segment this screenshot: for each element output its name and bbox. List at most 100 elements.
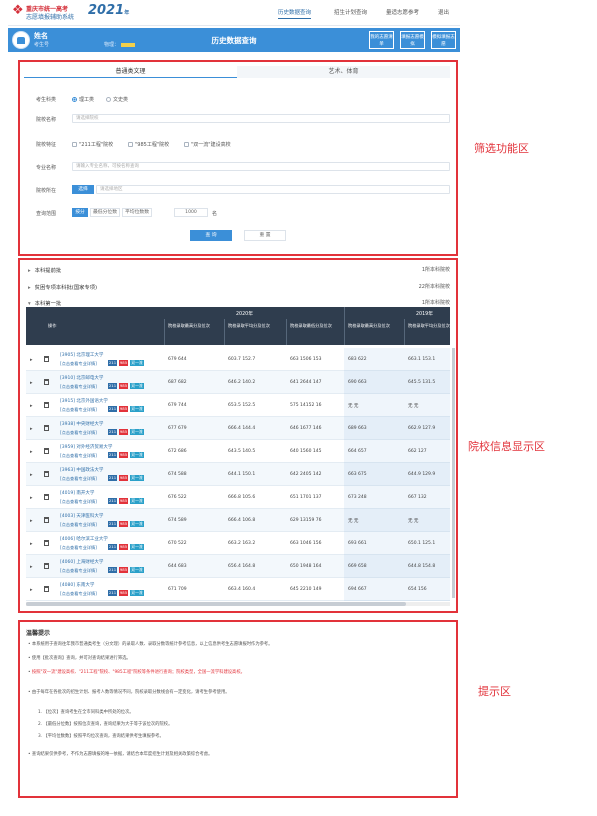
- tag-badge: 211: [108, 567, 117, 573]
- callout-results-area: 院校信息显示区: [468, 440, 545, 453]
- results-table-header: 操作 2020年 2019年 院校录取最高分及位次 院校录取平均分及位次 院校录…: [26, 307, 450, 345]
- table-cell: 651 1701 137: [290, 495, 322, 500]
- table-cell: 645 2210 149: [290, 587, 322, 592]
- range-unit: 名: [212, 211, 218, 217]
- table-cell: 677 679: [168, 426, 187, 431]
- expand-row-icon[interactable]: ▸: [30, 495, 33, 501]
- range-value-input[interactable]: 1000: [174, 208, 208, 217]
- section-early-batch[interactable]: ▸ 本科提前批: [28, 266, 61, 274]
- major-detail-link[interactable]: [点击查看专业详情]: [60, 476, 97, 482]
- expand-row-icon[interactable]: ▸: [30, 449, 33, 455]
- major-detail-link[interactable]: [点击查看专业详情]: [60, 568, 97, 574]
- tag-badge: 双一流: [130, 452, 144, 458]
- major-detail-link[interactable]: [点击查看专业详情]: [60, 361, 97, 367]
- table-cell: 640 1560 145: [290, 449, 322, 454]
- trash-icon[interactable]: [44, 425, 49, 431]
- simulate-fill-button[interactable]: 填报志愿模拟: [400, 31, 425, 49]
- col-2020-min: 院校录取最低分及位次: [290, 323, 332, 328]
- tag-badge: 211: [108, 475, 117, 481]
- tag-badge: 211: [108, 360, 117, 366]
- table-cell: 663 1046 156: [290, 541, 322, 546]
- reset-button[interactable]: 重 置: [244, 230, 286, 241]
- school-name[interactable]: [4006] 哈尔滨工业大学: [60, 536, 108, 542]
- tag-badge: 双一流: [130, 590, 144, 596]
- nav-volunteer-reference[interactable]: 量适志愿参考: [386, 8, 419, 16]
- trash-icon[interactable]: [44, 494, 49, 500]
- trash-icon[interactable]: [44, 471, 49, 477]
- table-cell: 641 2644 147: [290, 380, 322, 385]
- expand-row-icon[interactable]: ▸: [30, 587, 33, 593]
- major-detail-link[interactable]: [点击查看专业详情]: [60, 499, 97, 505]
- year-2019-header: 2019年: [416, 312, 434, 317]
- trash-icon[interactable]: [44, 586, 49, 592]
- radio-science[interactable]: 理工类: [72, 96, 94, 103]
- year-2020-header: 2020年: [236, 312, 254, 317]
- simulate-volunteer-button[interactable]: 模拟填报志愿: [431, 31, 456, 49]
- school-name[interactable]: [4080] 东南大学: [60, 582, 94, 588]
- expand-row-icon[interactable]: ▸: [30, 426, 33, 432]
- tab-general[interactable]: 普通类文理: [24, 66, 237, 78]
- section-first-batch[interactable]: ▾ 本科第一批: [28, 299, 61, 307]
- search-button[interactable]: 查 询: [190, 230, 232, 241]
- expand-row-icon[interactable]: ▸: [30, 403, 33, 409]
- table-cell: 673 248: [348, 495, 367, 500]
- check-211[interactable]: "211工程"院校: [72, 141, 113, 148]
- school-name[interactable]: [4003] 天津医科大学: [60, 513, 103, 519]
- trash-icon[interactable]: [44, 540, 49, 546]
- trash-icon[interactable]: [44, 402, 49, 408]
- table-cell: 672 686: [168, 449, 187, 454]
- school-name[interactable]: [4019] 南开大学: [60, 490, 94, 496]
- school-name[interactable]: [3905] 北京理工大学: [60, 352, 103, 358]
- school-name[interactable]: [3915] 北京外国语大学: [60, 398, 108, 404]
- check-double-first-class[interactable]: "双一流"建设高校: [184, 141, 231, 148]
- table-cell: 662.9 127.9: [408, 426, 436, 431]
- horizontal-scrollbar[interactable]: [26, 602, 450, 606]
- trash-icon[interactable]: [44, 379, 49, 385]
- major-detail-link[interactable]: [点击查看专业详情]: [60, 384, 97, 390]
- trash-icon[interactable]: [44, 356, 49, 362]
- nav-history-query[interactable]: 历史数据查询: [278, 8, 312, 19]
- school-name[interactable]: [4060] 上海财经大学: [60, 559, 103, 565]
- school-name[interactable]: [3963] 中国政法大学: [60, 467, 103, 473]
- major-name-input[interactable]: 请输入专业名称，可按名称查询: [72, 162, 450, 171]
- expand-row-icon[interactable]: ▸: [30, 357, 33, 363]
- range-min-rank-button[interactable]: 最低分位数: [90, 208, 120, 217]
- app-window: ❖ 重庆市统一高考 志愿填报辅助系统 2021年 历史数据查询 招生计划查询 量…: [8, 0, 460, 816]
- select-location-button[interactable]: 选择: [72, 185, 94, 194]
- trash-icon[interactable]: [44, 448, 49, 454]
- expand-row-icon[interactable]: ▸: [30, 380, 33, 386]
- location-input[interactable]: 请选择地区: [96, 185, 450, 194]
- range-by-score-button[interactable]: 按分: [72, 208, 88, 217]
- expand-row-icon[interactable]: ▸: [30, 564, 33, 570]
- tips-area: 温馨提示 • 本系统用于查询往年我市普通类考生（分文理）的录取人数、录取分数等统…: [18, 620, 458, 798]
- tip-item: • 由于每年在各批次的招生计划、报考人数等情况不同，院校录取分数线会有一定变化，…: [28, 690, 230, 695]
- expand-row-icon[interactable]: ▸: [30, 541, 33, 547]
- major-detail-link[interactable]: [点击查看专业详情]: [60, 430, 97, 436]
- school-name[interactable]: [3910] 北京邮电大学: [60, 375, 103, 381]
- major-detail-link[interactable]: [点击查看专业详情]: [60, 545, 97, 551]
- vertical-scrollbar[interactable]: [452, 348, 455, 598]
- major-detail-link[interactable]: [点击查看专业详情]: [60, 453, 97, 459]
- major-detail-link[interactable]: [点击查看专业详情]: [60, 407, 97, 413]
- section-special-batch[interactable]: ▸ 贫困专项本科批(国家专项): [28, 283, 97, 291]
- trash-icon[interactable]: [44, 517, 49, 523]
- my-volunteer-list-button[interactable]: 我的志愿清单: [369, 31, 394, 49]
- tab-arts-sports[interactable]: 艺术、体育: [237, 66, 450, 78]
- major-detail-link[interactable]: [点击查看专业详情]: [60, 522, 97, 528]
- table-row: ▸ [4019] 南开大学 [点击查看专业详情] 211 985 双一流 676 522 66…: [26, 486, 450, 509]
- nav-enrollment-plan[interactable]: 招生计划查询: [334, 8, 367, 16]
- tag-badge: 211: [108, 590, 117, 596]
- range-avg-rank-button[interactable]: 平均位数数: [122, 208, 152, 217]
- trash-icon[interactable]: [44, 563, 49, 569]
- expand-row-icon[interactable]: ▸: [30, 518, 33, 524]
- major-detail-link[interactable]: [点击查看专业详情]: [60, 591, 97, 597]
- school-name-input[interactable]: 请选择院校: [72, 114, 450, 123]
- nav-logout[interactable]: 退出: [438, 8, 449, 16]
- chevron-right-icon: ▸: [28, 285, 31, 291]
- scroll-thumb[interactable]: [26, 602, 406, 606]
- school-name[interactable]: [3938] 中央财经大学: [60, 421, 103, 427]
- school-name[interactable]: [3959] 对外经济贸易大学: [60, 444, 112, 450]
- check-985[interactable]: "985工程"院校: [128, 141, 169, 148]
- radio-liberal-arts[interactable]: 文史类: [106, 96, 128, 103]
- expand-row-icon[interactable]: ▸: [30, 472, 33, 478]
